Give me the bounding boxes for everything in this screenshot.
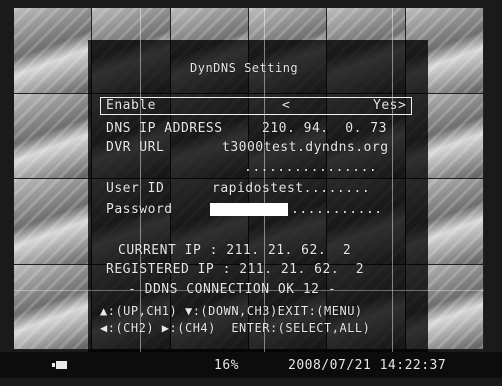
password-continuation[interactable]: ...........: [291, 202, 383, 218]
camera-tile: [14, 93, 93, 179]
dvr-url-label: DVR URL: [106, 140, 165, 155]
date-time: 2008/07/21 14:22:37: [288, 358, 447, 373]
registered-ip-text: REGISTERED IP : 211. 21. 62. 2: [106, 262, 365, 277]
dns-ip-field[interactable]: 210. 94. 0. 73: [262, 121, 387, 137]
camera-tile: [14, 264, 93, 350]
user-id-field[interactable]: rapidostest........: [212, 181, 370, 197]
help-line-select: ◀:(CH2) ▶:(CH4) ENTER:(SELECT,ALL): [100, 321, 371, 335]
help-line-navigation: ▲:(UP,CH1) ▼:(DOWN,CH3)EXIT:(MENU): [100, 304, 363, 318]
password-label: Password: [106, 202, 173, 217]
dialog-title: DynDNS Setting: [190, 61, 299, 75]
chevron-left-icon[interactable]: <: [282, 98, 290, 114]
dvr-screen: DynDNS Setting Enable < Yes> DNS IP ADDR…: [0, 0, 502, 386]
password-field[interactable]: [210, 203, 288, 216]
grid-divider: [392, 8, 393, 378]
connection-status: - DDNS CONNECTION OK 12 -: [128, 282, 337, 297]
enable-label: Enable: [106, 98, 156, 113]
camera-tile: [14, 179, 93, 265]
camera-icon: [52, 361, 67, 369]
dvr-url-continuation[interactable]: ................: [244, 160, 377, 176]
dns-ip-label: DNS IP ADDRESS: [106, 121, 223, 136]
user-id-label: User ID: [106, 181, 165, 196]
current-ip-text: CURRENT IP : 211. 21. 62. 2: [118, 243, 352, 258]
camera-tile: [14, 8, 93, 94]
enable-value[interactable]: Yes>: [373, 98, 406, 114]
dvr-url-field[interactable]: t3000test.dyndns.org: [222, 140, 389, 156]
disk-usage-percent: 16%: [214, 358, 239, 373]
